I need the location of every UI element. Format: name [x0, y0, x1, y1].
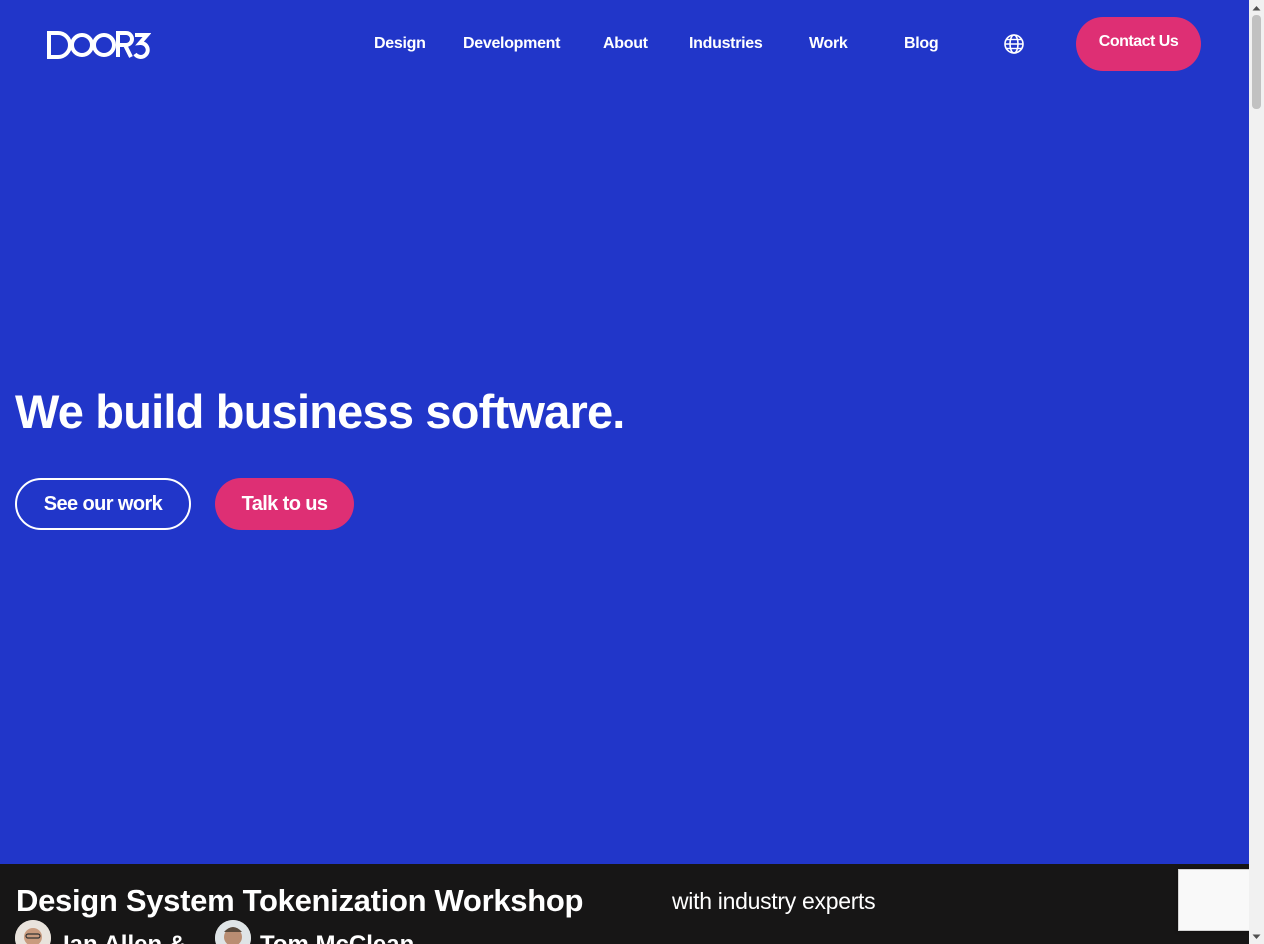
banner-title: Design System Tokenization Workshop	[16, 883, 584, 918]
page: Design Development About Industries Work…	[0, 0, 1264, 944]
nav-item-about[interactable]: About	[603, 30, 648, 58]
nav-item-work[interactable]: Work	[809, 30, 848, 58]
scroll-up-icon[interactable]	[1249, 0, 1264, 15]
speaker-avatar	[215, 920, 251, 944]
nav-item-development[interactable]: Development	[463, 30, 560, 58]
globe-icon[interactable]	[1003, 33, 1025, 55]
speaker-name: Tom McClean	[260, 930, 414, 944]
person-photo-icon	[215, 920, 251, 944]
nav-item-blog[interactable]: Blog	[904, 30, 939, 58]
door3-logo-mark	[47, 31, 151, 59]
site-logo[interactable]	[47, 30, 151, 60]
nav-item-design[interactable]: Design	[374, 30, 426, 58]
scroll-down-icon[interactable]	[1249, 929, 1264, 944]
page-scrollbar[interactable]	[1249, 0, 1264, 944]
speaker-name: Ian Allen &	[63, 930, 186, 944]
banner-subtitle: with industry experts	[672, 888, 876, 914]
scrollbar-thumb[interactable]	[1252, 15, 1261, 109]
speaker-avatar	[15, 920, 51, 944]
contact-us-button[interactable]: Contact Us	[1076, 17, 1201, 71]
workshop-banner[interactable]: Design System Tokenization Workshop with…	[0, 864, 1249, 944]
see-our-work-button[interactable]: See our work	[15, 478, 191, 530]
talk-to-us-button[interactable]: Talk to us	[215, 478, 354, 530]
hero-title: We build business software.	[15, 385, 625, 438]
person-photo-icon	[15, 920, 51, 944]
nav-item-industries[interactable]: Industries	[689, 30, 763, 58]
hero-section: Design Development About Industries Work…	[0, 0, 1249, 864]
recaptcha-badge[interactable]	[1178, 869, 1250, 931]
